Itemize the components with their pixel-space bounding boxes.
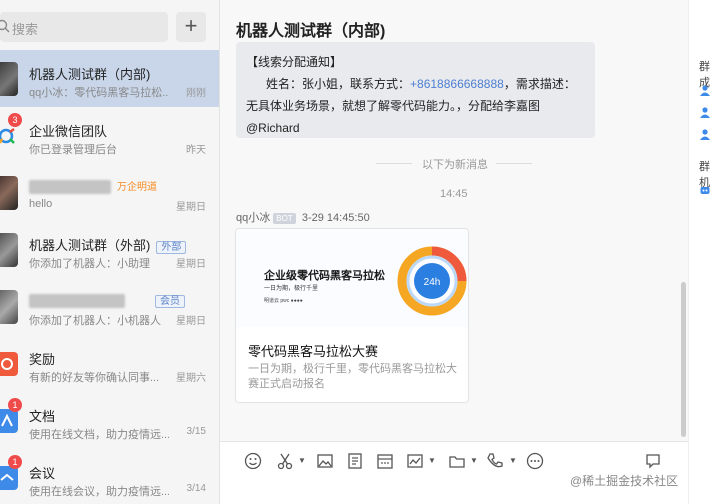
card-banner: 24h 企业级零代码黑客马拉松 一日为期，极行千里 明道云 pwc ●●●● (236, 229, 468, 327)
watermark: @稀土掘金技术社区 (570, 474, 679, 488)
banner-subtitle: 一日为期，极行千里 (264, 286, 319, 292)
chat-name: 会员 (29, 292, 185, 308)
unread-badge: 3 (8, 113, 22, 127)
chat-snippet: hello (29, 198, 53, 210)
chat-snippet: 使用在线会议，助力疫情远... (29, 486, 169, 498)
chart-icon[interactable] (406, 452, 424, 470)
chat-time: 刚刚 (186, 88, 206, 99)
company-tag: 万企明道 (117, 182, 157, 193)
chat-snippet: 有新的好友等你确认同事... (29, 372, 160, 384)
chevron-down-icon[interactable]: ▼ (470, 456, 478, 465)
search-icon (0, 19, 10, 33)
more-icon[interactable] (526, 452, 544, 470)
app-window: 搜索 + 机器人测试群（内部) qq小冰：零代码黑客马拉松... 刚刚 3 企业… (0, 0, 720, 504)
chat-time: 星期日 (176, 259, 206, 270)
message-bubble: 【线索分配通知】 姓名：张小姐，联系方式：+8618866668888，需求描述… (236, 42, 595, 138)
user-icon (700, 129, 710, 140)
avatar (0, 62, 18, 96)
sponsor-logos: 明道云 pwc ●●●● (264, 298, 303, 304)
banner-title: 企业级零代码黑客马拉松 (264, 270, 385, 282)
chat-name: 企业微信团队 (29, 124, 108, 139)
reward-icon (0, 352, 18, 376)
chat-sidebar: 搜索 + 机器人测试群（内部) qq小冰：零代码黑客马拉松... 刚刚 3 企业… (0, 0, 220, 504)
chevron-down-icon[interactable]: ▼ (509, 456, 517, 465)
chat-panel: 机器人测试群（内部) 【线索分配通知】 姓名：张小姐，联系方式：+8618866… (220, 0, 688, 504)
divider-line (496, 163, 532, 164)
divider-line (376, 163, 412, 164)
new-message-divider: 以下为新消息 (422, 159, 488, 171)
message-time: 14:45 (440, 188, 468, 200)
redacted-name (29, 179, 111, 194)
ring-label: 24h (424, 277, 441, 288)
chat-snippet: 你添加了机器人：小机器人 (29, 315, 161, 327)
chat-time: 3/15 (186, 426, 206, 437)
mention[interactable]: @Richard (246, 117, 585, 139)
chat-snippet: 你已登录管理后台 (29, 144, 117, 156)
chat-item-contact[interactable]: 万企明道 hello 星期日 (0, 164, 219, 221)
avatar (0, 233, 18, 267)
chat-item-member-group[interactable]: 会员 你添加了机器人：小机器人 星期日 (0, 278, 219, 335)
chat-snippet: 你添加了机器人：小助理 (29, 258, 150, 270)
chat-name: 机器人测试群（内部) (29, 67, 151, 82)
unread-badge: 1 (8, 398, 22, 412)
message-sender: qq小冰 BOT 3-29 14:45:50 (236, 212, 370, 224)
search-placeholder: 搜索 (12, 22, 39, 37)
link-card[interactable]: 24h 企业级零代码黑客马拉松 一日为期，极行千里 明道云 pwc ●●●● 零… (235, 228, 469, 403)
chat-item-wecom-team[interactable]: 3 企业微信团队 你已登录管理后台 昨天 (0, 107, 219, 164)
group-info-panel: 群成 群机 (688, 0, 720, 504)
avatar (0, 176, 18, 210)
member-tag: 会员 (155, 295, 185, 308)
document-icon[interactable] (346, 452, 364, 470)
scrollbar[interactable] (681, 282, 686, 437)
card-title: 零代码黑客马拉松大赛 (248, 344, 379, 359)
chat-time: 星期六 (176, 373, 206, 384)
avatar (0, 290, 18, 324)
message-line: 无具体业务场景，就想了解零代码能力。，分配给李嘉图 (246, 99, 541, 113)
chat-item-docs[interactable]: 1 文档 使用在线文档，助力疫情远... 3/15 (0, 392, 219, 449)
chevron-down-icon[interactable]: ▼ (298, 456, 306, 465)
card-description: 一日为期，极行千里，零代码黑客马拉松大赛正式启动报名 (248, 363, 457, 390)
chat-time: 星期日 (176, 202, 206, 213)
redacted-name (29, 293, 125, 308)
message-line: 【线索分配通知】 (246, 55, 343, 69)
chat-name: 文档 (29, 409, 56, 424)
chat-item-internal-robot-group[interactable]: 机器人测试群（内部) qq小冰：零代码黑客马拉松... 刚刚 (0, 50, 219, 107)
calendar-icon[interactable] (376, 452, 394, 470)
bot-badge: BOT (273, 213, 296, 224)
image-icon[interactable] (316, 452, 334, 470)
chat-snippet: 使用在线文档，助力疫情远... (29, 429, 169, 441)
chat-name: 奖励 (29, 352, 56, 367)
chat-time: 昨天 (186, 145, 206, 156)
chevron-down-icon[interactable]: ▼ (428, 456, 436, 465)
chat-item-external-robot-group[interactable]: 机器人测试群（外部) 外部 你添加了机器人：小助理 星期日 (0, 221, 219, 278)
chat-title: 机器人测试群（内部) (236, 23, 386, 40)
chat-item-meeting[interactable]: 1 会议 使用在线会议，助力疫情远... 3/14 (0, 449, 219, 504)
24h-ring-icon: 24h (397, 246, 467, 316)
unread-badge: 1 (8, 455, 22, 469)
chat-name: 万企明道 (29, 178, 157, 194)
emoji-icon[interactable] (244, 452, 262, 470)
chat-name: 机器人测试群（外部) 外部 (29, 235, 187, 254)
message-line: 姓名：张小姐，联系方式：+8618866668888，需求描述： (266, 77, 576, 91)
robot-icon (700, 187, 710, 194)
chat-name: 会议 (29, 466, 56, 481)
user-icon (700, 85, 710, 96)
sender-time: 3-29 14:45:50 (301, 212, 370, 224)
scissors-icon[interactable] (276, 452, 294, 470)
chat-list: 机器人测试群（内部) qq小冰：零代码黑客马拉松... 刚刚 3 企业微信团队 … (0, 50, 219, 504)
feedback-icon[interactable] (644, 452, 662, 470)
user-icon (700, 107, 710, 118)
add-button[interactable]: + (176, 12, 206, 42)
search-input[interactable]: 搜索 (0, 12, 168, 42)
folder-icon[interactable] (448, 452, 466, 470)
chat-snippet: qq小冰：零代码黑客马拉松... (29, 87, 169, 99)
phone-icon[interactable] (486, 452, 504, 470)
chat-item-reward[interactable]: 奖励 有新的好友等你确认同事... 星期六 (0, 335, 219, 392)
external-tag: 外部 (156, 241, 187, 254)
chat-time: 3/14 (186, 483, 206, 494)
chat-time: 星期日 (176, 316, 206, 327)
phone-link[interactable]: +8618866668888 (410, 77, 504, 91)
